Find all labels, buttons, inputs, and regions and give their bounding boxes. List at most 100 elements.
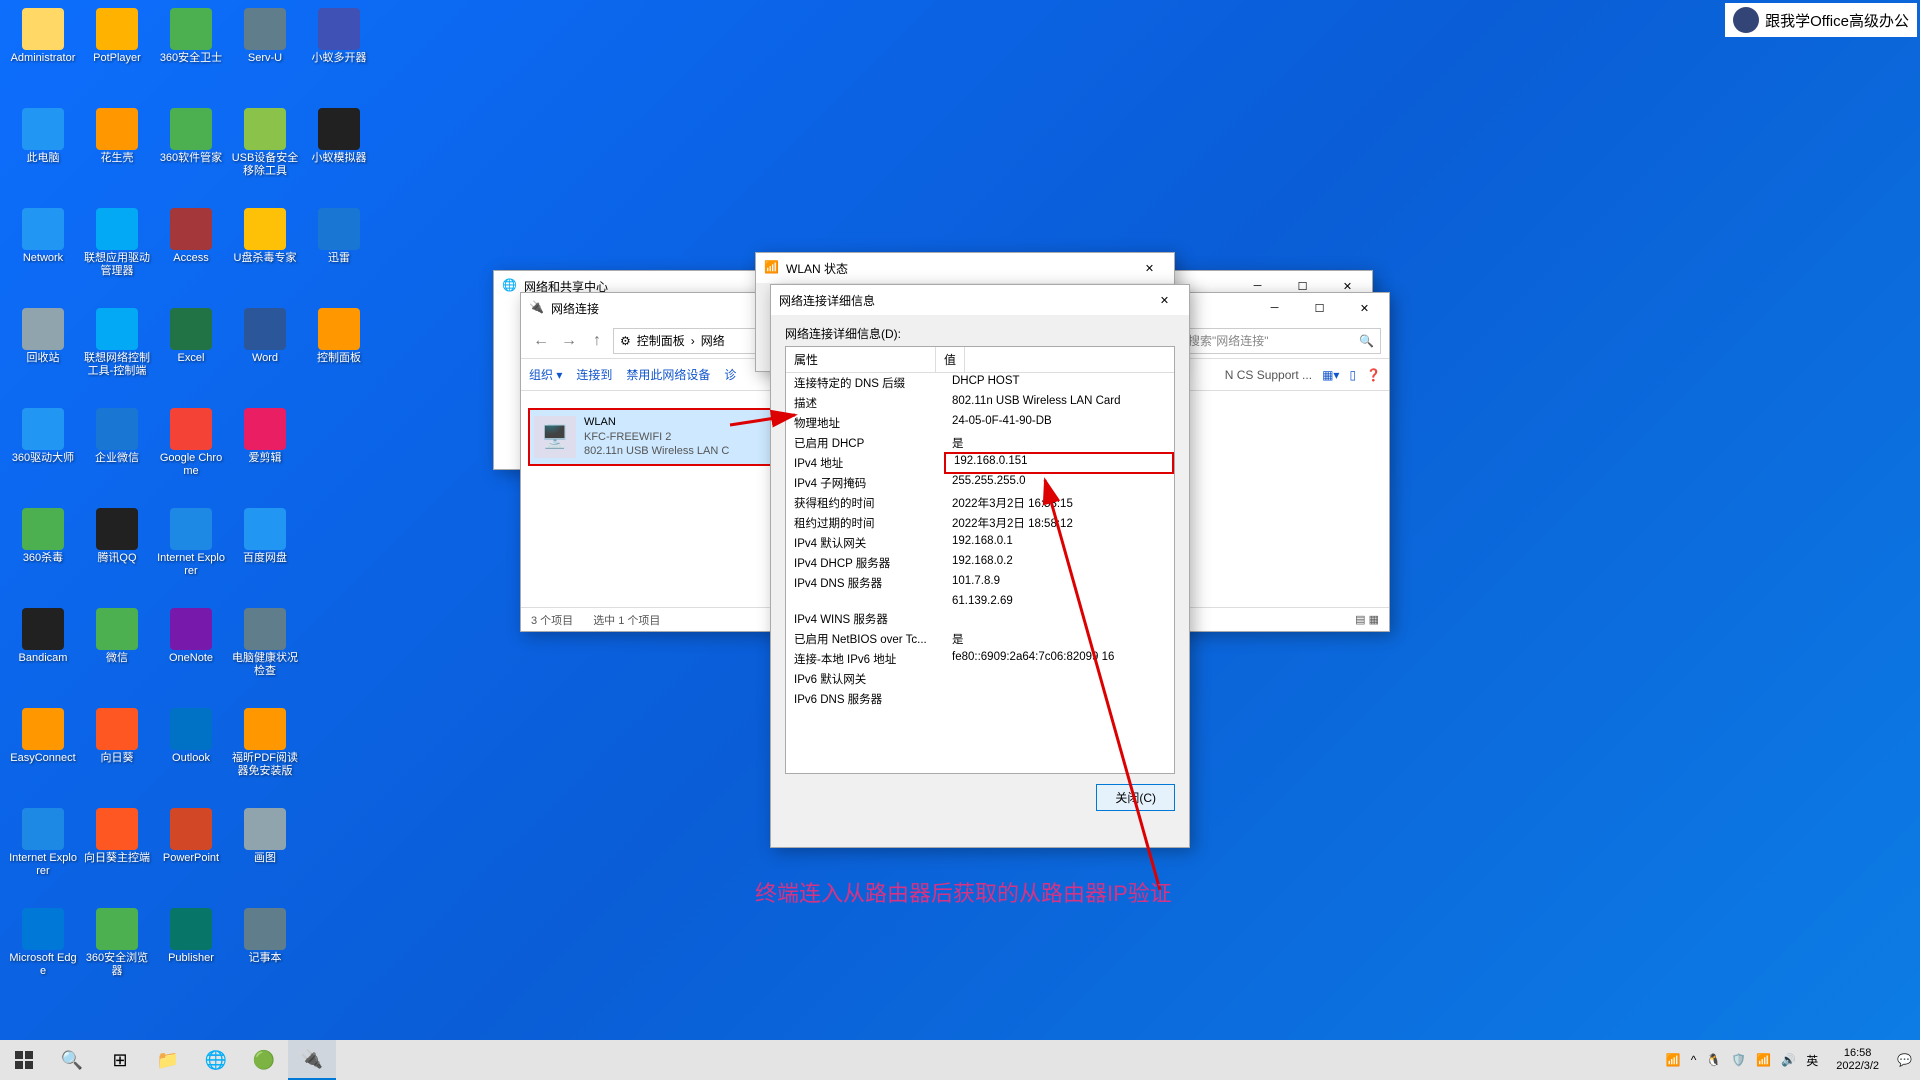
desktop-icon[interactable]: 腾讯QQ <box>82 508 152 565</box>
desktop-icon[interactable]: Access <box>156 208 226 265</box>
property-row[interactable]: 已启用 DHCP是 <box>786 433 1174 453</box>
task-view-button[interactable]: ⊞ <box>96 1040 144 1080</box>
desktop-icon[interactable]: Publisher <box>156 908 226 965</box>
taskbar-clock[interactable]: 16:58 2022/3/2 <box>1828 1047 1887 1073</box>
help-icon[interactable]: ❓ <box>1366 368 1381 382</box>
search-input[interactable]: 搜索"网络连接" 🔍 <box>1181 328 1381 354</box>
file-explorer-button[interactable]: 📁 <box>144 1040 192 1080</box>
property-row[interactable]: 描述802.11n USB Wireless LAN Card <box>786 393 1174 413</box>
desktop-icon[interactable]: 小蚁多开器 <box>304 8 374 65</box>
desktop-icon[interactable]: 百度网盘 <box>230 508 300 565</box>
tray-wifi-icon[interactable]: 📶 <box>1666 1053 1681 1067</box>
view-menu-icon[interactable]: ▦▾ <box>1322 368 1339 382</box>
browser-360-button[interactable]: 🟢 <box>240 1040 288 1080</box>
close-dialog-button[interactable]: 关闭(C) <box>1096 784 1175 811</box>
property-row[interactable]: 已启用 NetBIOS over Tc...是 <box>786 629 1174 649</box>
back-button[interactable]: ← <box>529 329 553 353</box>
property-row[interactable]: IPv4 DNS 服务器101.7.8.9 <box>786 573 1174 593</box>
preview-pane-icon[interactable]: ▯ <box>1349 368 1356 382</box>
desktop-icon[interactable]: Internet Explorer <box>8 808 78 878</box>
desktop-icon[interactable]: Outlook <box>156 708 226 765</box>
desktop-icon[interactable]: 电脑健康状况检查 <box>230 608 300 678</box>
desktop-icon[interactable]: 画图 <box>230 808 300 865</box>
col-value[interactable]: 值 <box>936 347 965 372</box>
desktop-icon[interactable]: USB设备安全移除工具 <box>230 108 300 178</box>
diagnose-button[interactable]: 诊 <box>724 366 736 383</box>
desktop-icon[interactable]: 企业微信 <box>82 408 152 465</box>
desktop-icon[interactable]: 联想网络控制工具-控制端 <box>82 308 152 378</box>
disable-device-button[interactable]: 禁用此网络设备 <box>626 366 710 383</box>
desktop-icon[interactable]: Internet Explorer <box>156 508 226 578</box>
maximize-button[interactable]: ☐ <box>1297 294 1342 322</box>
breadcrumb-item[interactable]: 网络 <box>701 332 725 349</box>
close-button[interactable]: ✕ <box>1127 254 1172 282</box>
property-row[interactable]: 获得租约的时间2022年3月2日 16:58:15 <box>786 493 1174 513</box>
property-row[interactable]: IPv4 默认网关192.168.0.1 <box>786 533 1174 553</box>
property-row[interactable]: IPv4 子网掩码255.255.255.0 <box>786 473 1174 493</box>
desktop-icon[interactable]: 360驱动大师 <box>8 408 78 465</box>
desktop-icon[interactable]: 向日葵主控端 <box>82 808 152 865</box>
property-row[interactable]: 物理地址24-05-0F-41-90-DB <box>786 413 1174 433</box>
tray-qq-icon[interactable]: 🐧 <box>1706 1053 1721 1067</box>
desktop-icon[interactable]: 360软件管家 <box>156 108 226 165</box>
notification-button[interactable]: 💬 <box>1897 1053 1912 1067</box>
desktop-icon[interactable]: PotPlayer <box>82 8 152 65</box>
connect-to-button[interactable]: 连接到 <box>576 366 612 383</box>
desktop-icon[interactable]: U盘杀毒专家 <box>230 208 300 265</box>
up-button[interactable]: ↑ <box>585 329 609 353</box>
property-row[interactable]: 租约过期的时间2022年3月2日 18:58:12 <box>786 513 1174 533</box>
property-row[interactable]: IPv6 DNS 服务器 <box>786 689 1174 709</box>
desktop-icon[interactable]: OneNote <box>156 608 226 665</box>
desktop-icon[interactable]: 回收站 <box>8 308 78 365</box>
desktop-icon[interactable]: Excel <box>156 308 226 365</box>
desktop-icon[interactable]: 360安全卫士 <box>156 8 226 65</box>
desktop-icon[interactable]: Serv-U <box>230 8 300 65</box>
start-button[interactable] <box>0 1040 48 1080</box>
desktop-icon[interactable]: 此电脑 <box>8 108 78 165</box>
desktop-icon[interactable]: 福昕PDF阅读器免安装版 <box>230 708 300 778</box>
desktop-icon[interactable]: Bandicam <box>8 608 78 665</box>
network-connections-taskbar-button[interactable]: 🔌 <box>288 1040 336 1080</box>
desktop-icon[interactable]: PowerPoint <box>156 808 226 865</box>
col-property[interactable]: 属性 <box>786 347 936 372</box>
desktop-icon[interactable]: 小蚁模拟器 <box>304 108 374 165</box>
minimize-button[interactable]: ─ <box>1252 294 1297 322</box>
chrome-button[interactable]: 🌐 <box>192 1040 240 1080</box>
property-row[interactable]: 连接-本地 IPv6 地址fe80::6909:2a64:7c06:82099 … <box>786 649 1174 669</box>
forward-button[interactable]: → <box>557 329 581 353</box>
tray-network-icon[interactable]: 📶 <box>1756 1053 1771 1067</box>
desktop-icon[interactable]: Microsoft Edge <box>8 908 78 978</box>
desktop-icon[interactable]: 花生壳 <box>82 108 152 165</box>
property-row[interactable]: 连接特定的 DNS 后缀DHCP HOST <box>786 373 1174 393</box>
titlebar[interactable]: 网络连接详细信息 ✕ <box>771 285 1189 315</box>
tray-overflow-icon[interactable]: ^ <box>1691 1053 1697 1067</box>
property-list[interactable]: 属性 值 连接特定的 DNS 后缀DHCP HOST描述802.11n USB … <box>785 346 1175 774</box>
view-icons-button[interactable]: ▤ ▦ <box>1355 613 1379 626</box>
property-row[interactable]: IPv4 地址192.168.0.151 <box>786 453 1174 473</box>
desktop-icon[interactable]: Word <box>230 308 300 365</box>
close-button[interactable]: ✕ <box>1342 294 1387 322</box>
desktop-icon[interactable]: 爱剪辑 <box>230 408 300 465</box>
property-row[interactable]: IPv4 WINS 服务器 <box>786 609 1174 629</box>
tray-volume-icon[interactable]: 🔊 <box>1781 1053 1796 1067</box>
desktop-icon[interactable]: 360杀毒 <box>8 508 78 565</box>
desktop-icon[interactable]: Google Chrome <box>156 408 226 478</box>
desktop-icon[interactable]: 向日葵 <box>82 708 152 765</box>
desktop-icon[interactable]: Network <box>8 208 78 265</box>
desktop-icon[interactable]: 360安全浏览器 <box>82 908 152 978</box>
desktop-icon[interactable]: 控制面板 <box>304 308 374 365</box>
titlebar[interactable]: 📶 WLAN 状态 ✕ <box>756 253 1174 283</box>
property-row[interactable]: IPv6 默认网关 <box>786 669 1174 689</box>
desktop-icon[interactable]: Administrator <box>8 8 78 65</box>
search-button[interactable]: 🔍 <box>48 1040 96 1080</box>
tray-ime[interactable]: 英 <box>1806 1052 1818 1069</box>
desktop-icon[interactable]: 迅雷 <box>304 208 374 265</box>
property-row[interactable]: IPv4 DHCP 服务器192.168.0.2 <box>786 553 1174 573</box>
tray-security-icon[interactable]: 🛡️ <box>1731 1053 1746 1067</box>
desktop-icon[interactable]: 联想应用驱动管理器 <box>82 208 152 278</box>
desktop-icon[interactable]: 微信 <box>82 608 152 665</box>
desktop-icon[interactable]: EasyConnect <box>8 708 78 765</box>
close-button[interactable]: ✕ <box>1142 286 1187 314</box>
breadcrumb-item[interactable]: 控制面板 <box>637 332 685 349</box>
organize-menu[interactable]: 组织 ▾ <box>529 366 562 383</box>
